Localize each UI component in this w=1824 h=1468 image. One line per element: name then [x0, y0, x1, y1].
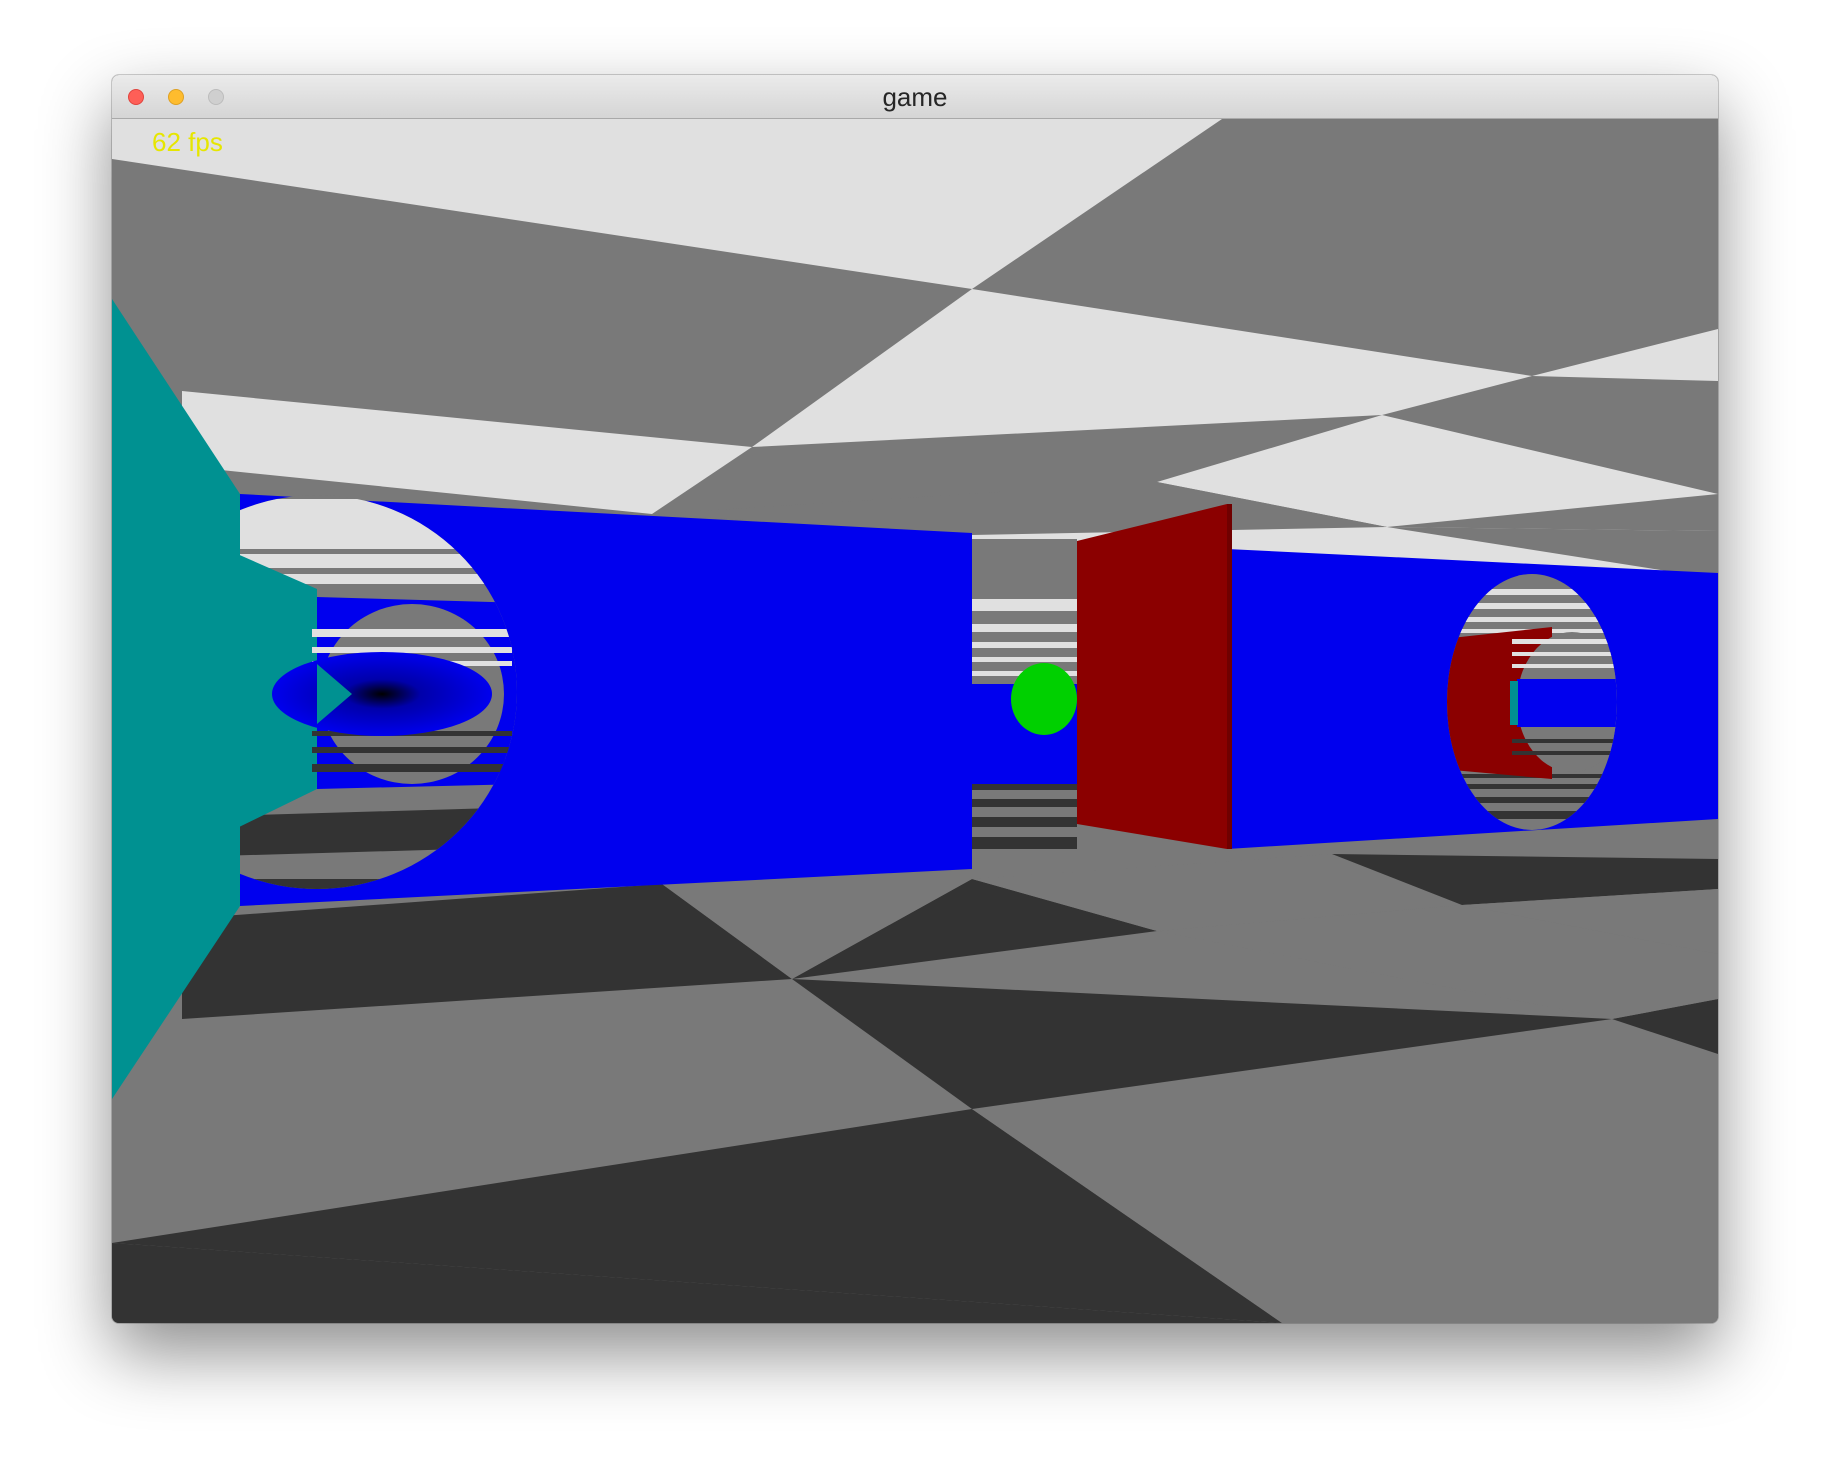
- game-window: game 62 fps: [112, 75, 1718, 1323]
- green-sphere: [1011, 663, 1077, 735]
- game-scene: [112, 119, 1718, 1323]
- red-cube-side: [1227, 504, 1232, 849]
- title-bar[interactable]: game: [112, 75, 1718, 119]
- game-viewport[interactable]: [112, 119, 1718, 1323]
- red-cube-face: [1077, 504, 1227, 849]
- window-title: game: [882, 82, 948, 112]
